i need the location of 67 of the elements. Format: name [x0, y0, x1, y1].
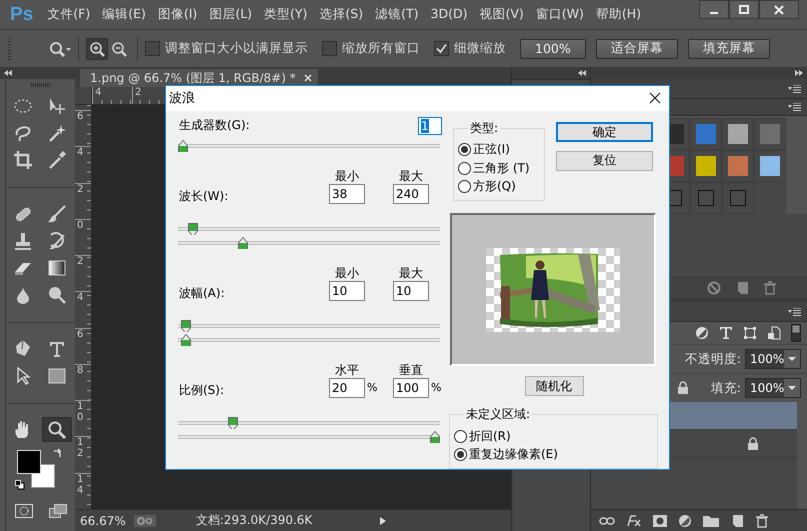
randomize-button[interactable]: 随机化: [524, 376, 584, 396]
menu-item[interactable]: 帮助(H): [596, 6, 642, 23]
group-label: 类型:: [469, 120, 500, 136]
input-field[interactable]: 240: [393, 184, 429, 204]
column-heading: 最小: [334, 168, 360, 184]
radio-option[interactable]: 重复边缘像素(E): [454, 446, 657, 464]
column-heading: 垂直: [398, 362, 424, 378]
input-field[interactable]: 10: [393, 280, 429, 300]
menu-item[interactable]: 文件(F): [47, 6, 90, 23]
dialog-button[interactable]: 确定: [556, 122, 653, 142]
input-field[interactable]: 1: [418, 116, 442, 134]
menu-item[interactable]: 选择(S): [319, 6, 364, 23]
zoom-level: 66.67%: [80, 514, 126, 528]
ruler-number: 12: [77, 437, 84, 460]
ruler-number: 2: [77, 184, 84, 195]
ruler-number: 0: [77, 220, 84, 231]
radio-option[interactable]: 三角形 (T): [458, 159, 544, 178]
checkbox-label: 细微缩放: [454, 40, 506, 57]
menu-item[interactable]: 图层(L): [209, 6, 252, 23]
ruler-number: 4: [77, 147, 84, 158]
radio-option[interactable]: 方形(Q): [458, 178, 544, 196]
input-field[interactable]: 20: [329, 378, 365, 398]
dropdown-field[interactable]: 100%: [745, 349, 801, 369]
dialog-button[interactable]: 复位: [556, 150, 653, 170]
ruler-number: 6: [77, 328, 84, 340]
ruler-number: 4: [77, 292, 84, 304]
document-size: 文档:293.0K/390.6K: [196, 512, 312, 529]
radio-option[interactable]: 正弦(I): [458, 140, 544, 159]
menu-item[interactable]: 窗口(W): [536, 6, 584, 23]
option-button[interactable]: 适合屏幕: [596, 38, 678, 58]
menu-item[interactable]: 图像(I): [158, 6, 198, 23]
option-button[interactable]: 填充屏幕: [688, 38, 770, 58]
dropdown-field[interactable]: 100%: [745, 378, 801, 398]
menu-item[interactable]: 类型(Y): [264, 6, 308, 23]
group-label: 未定义区域:: [465, 406, 532, 423]
input-field[interactable]: 38: [329, 184, 365, 204]
ruler-number: 8: [77, 364, 84, 376]
ruler-number: 6: [77, 111, 84, 122]
menu-item[interactable]: 编辑(E): [102, 6, 146, 23]
field-label: 填充:: [710, 380, 741, 396]
checkbox-label: 调整窗口大小以满屏显示: [165, 40, 308, 57]
checkbox-label: 缩放所有窗口: [342, 40, 420, 57]
field-label: 不透明度:: [684, 350, 741, 368]
column-heading: 水平: [334, 362, 360, 378]
ruler-number: 2: [77, 256, 84, 268]
menu-item[interactable]: 滤镜(T): [375, 6, 419, 23]
menu-item[interactable]: 视图(V): [479, 6, 524, 23]
unit-label: %: [430, 381, 441, 394]
app-logo: Ps: [10, 4, 34, 26]
field-label: 波长(W):: [179, 188, 230, 205]
document-tab-title: 1.png @ 66.7% (图层 1, RGB/8#) *: [90, 70, 296, 86]
input-field[interactable]: 10: [329, 280, 365, 300]
column-heading: 最小: [334, 264, 360, 280]
field-label: 波幅(A):: [179, 285, 226, 302]
field-label: 比例(S):: [179, 382, 226, 399]
option-button[interactable]: 100%: [520, 38, 586, 58]
ruler-number: 4: [92, 87, 132, 104]
ruler-number: 10: [77, 401, 84, 424]
column-heading: 最大: [398, 168, 424, 184]
ruler-number: 14: [77, 474, 84, 496]
field-label: 生成器数(G):: [179, 117, 250, 134]
radio-option[interactable]: 折回(R): [454, 427, 657, 446]
input-field[interactable]: 100: [393, 378, 429, 398]
column-heading: 最大: [398, 264, 424, 280]
dialog-title: 波浪: [169, 90, 195, 108]
document-tab[interactable]: 1.png @ 66.7% (图层 1, RGB/8#) *: [80, 69, 318, 87]
menu-item[interactable]: 3D(D): [430, 6, 468, 23]
